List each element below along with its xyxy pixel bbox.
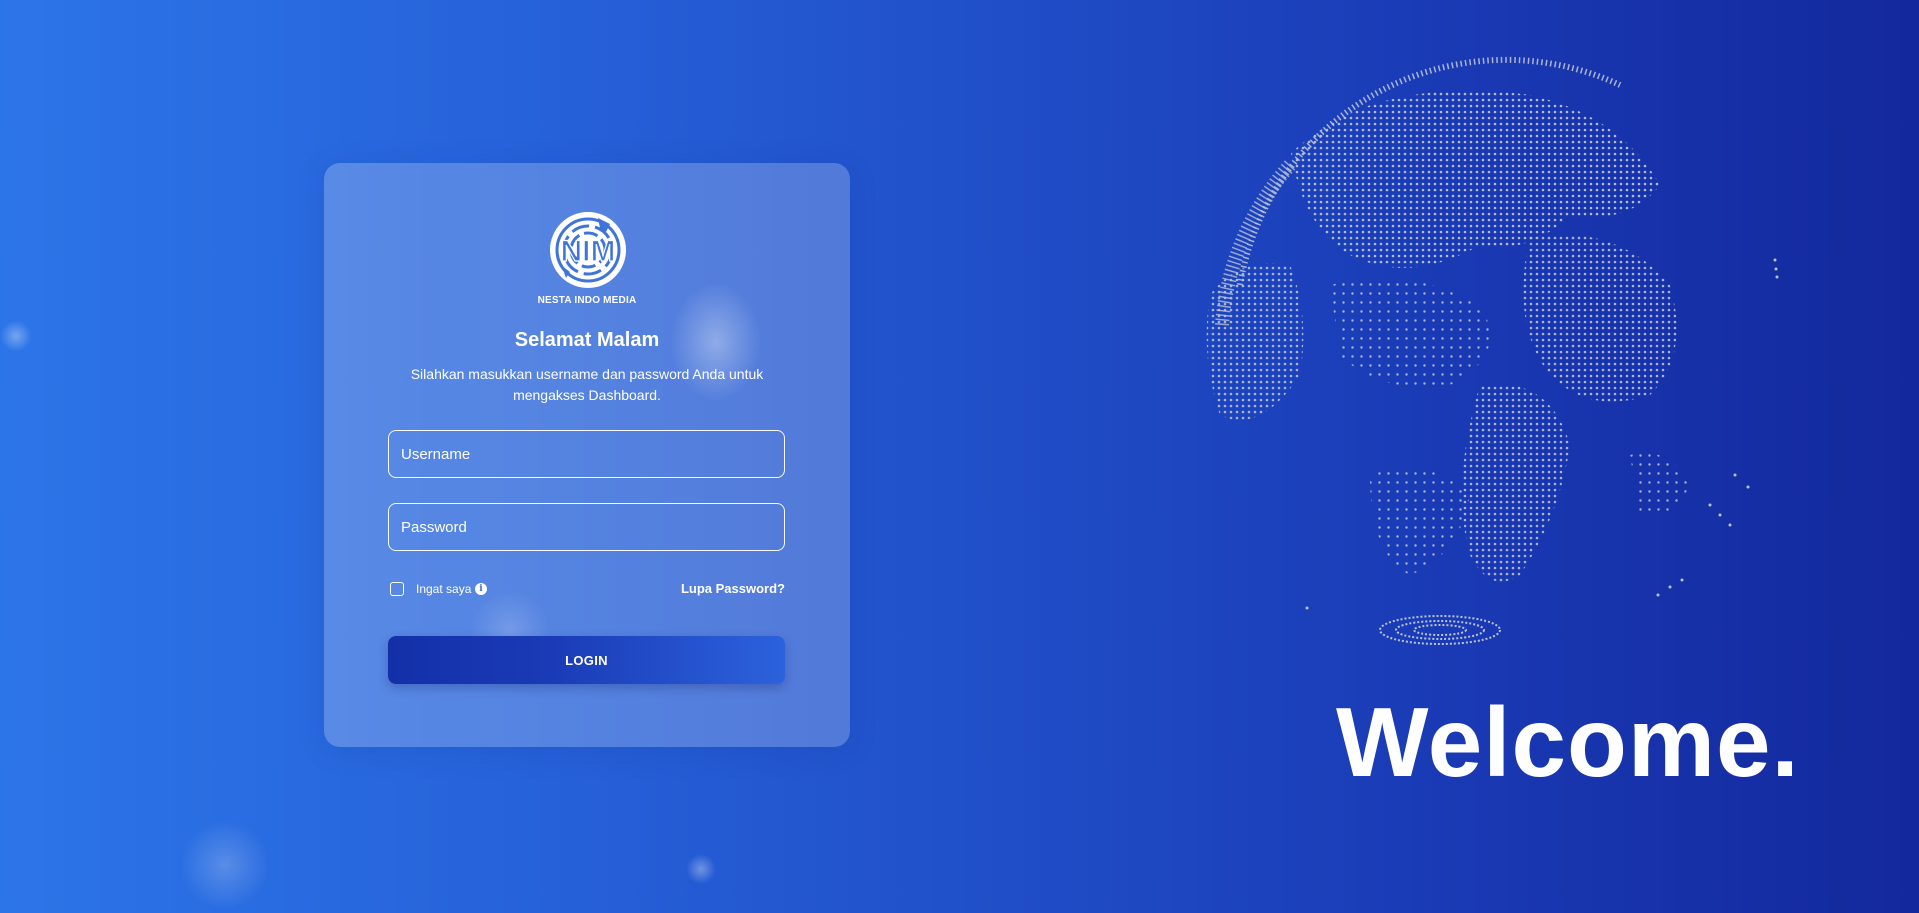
remember-me-checkbox[interactable] [390, 582, 404, 596]
login-subtitle: Silahkan masukkan username dan password … [410, 366, 764, 403]
brand-name: NESTA INDO MEDIA [537, 295, 637, 306]
brand-logo-icon: NIM [550, 212, 626, 288]
password-input[interactable] [388, 503, 785, 551]
login-card: NIM NESTA INDO MEDIA Selamat Malam Silah… [324, 163, 850, 747]
login-button[interactable]: LOGIN [388, 636, 785, 684]
bokeh-decoration [180, 820, 270, 910]
username-input[interactable] [388, 430, 785, 478]
greeting-title: Selamat Malam [514, 329, 660, 351]
bokeh-decoration [686, 854, 716, 884]
logo-letters: NIM [561, 235, 616, 268]
login-options-row: Ingat saya i Lupa Password? [388, 577, 785, 601]
dotted-globe-icon [1206, 56, 1779, 645]
remember-me-label[interactable]: Ingat saya [416, 582, 471, 596]
forgot-password-link[interactable]: Lupa Password? [681, 581, 785, 596]
info-icon[interactable]: i [475, 583, 487, 595]
welcome-heading: Welcome. [1336, 687, 1800, 797]
bokeh-decoration [0, 320, 32, 352]
